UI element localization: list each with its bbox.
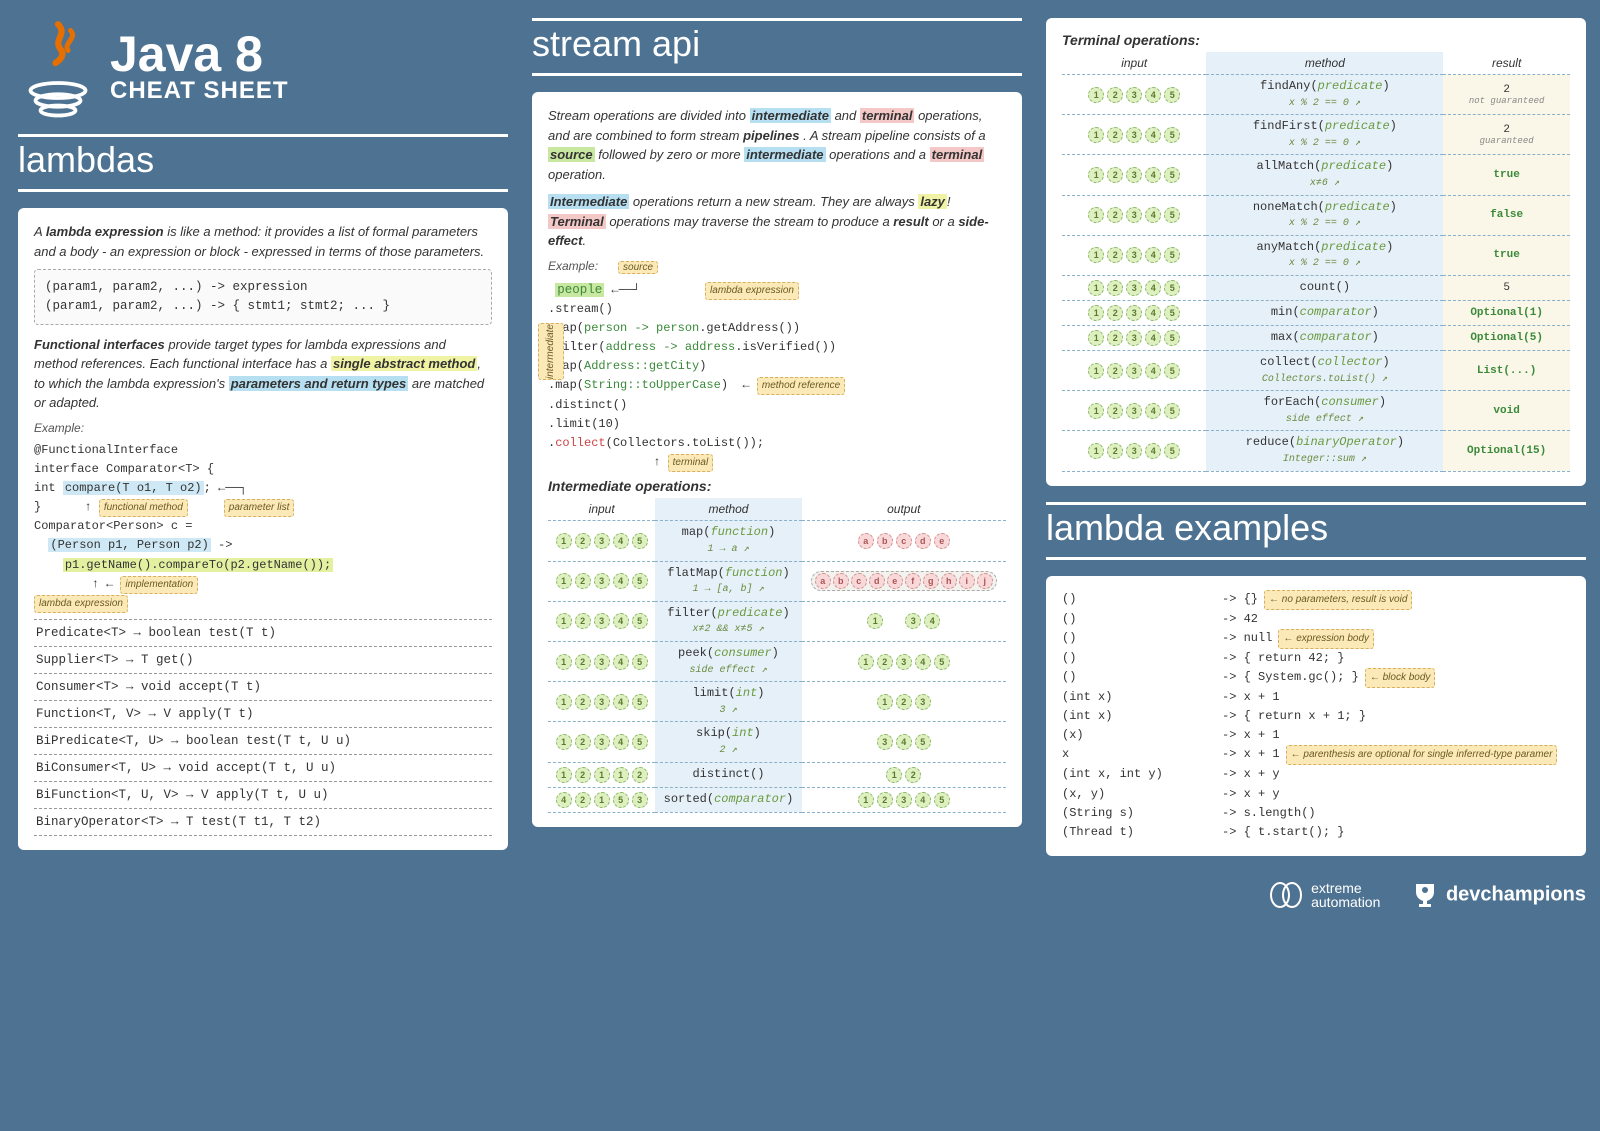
extreme-automation-logo: extremeautomation [1270,881,1381,909]
annot-parameter-list: parameter list [224,499,295,517]
section-head-stream: stream api [532,18,1022,76]
panel-terminal: Terminal operations: input method result… [1046,18,1586,486]
annot-method-ref: method reference [757,377,845,395]
functional-interface-list: Predicate<T> → boolean test(T t)Supplier… [34,619,492,836]
java-logo-icon [18,18,98,118]
functional-interface-item: Function<T, V> → V apply(T t) [34,701,492,728]
annot-terminal: terminal [668,454,714,472]
table-row: 12345map(function)1 → a ↗abcde [548,521,1006,561]
stream-intro-2: Intermediate operations return a new str… [548,192,1006,251]
lambdas-intro: A lambda expression is like a method: it… [34,222,492,261]
table-row: 12345filter(predicate)x≠2 && x≠5 ↗134 [548,601,1006,641]
intermediate-ops-table: input method output 12345map(function)1 … [548,498,1006,812]
header-title-block: Java 8 CHEAT SHEET [18,18,508,118]
panel-lambdas: A lambda expression is like a method: it… [18,208,508,850]
stream-example-label: Example: [548,259,598,273]
functional-interface-item: BiConsumer<T, U> → void accept(T t, U u) [34,755,492,782]
lambda-example-row: ()-> { System.gc(); }← block body [1062,668,1570,688]
functional-interface-item: BiPredicate<T, U> → boolean test(T t, U … [34,728,492,755]
lambda-example-row: x-> x + 1← parenthesis are optional for … [1062,745,1570,765]
lambda-example-row: (Thread t)-> { t.start(); } [1062,823,1570,842]
panel-lambda-examples: ()-> {}← no parameters, result is void()… [1046,576,1586,857]
lambda-example-row: ()-> null← expression body [1062,629,1570,649]
table-row: 42153sorted(comparator)12345 [548,787,1006,812]
table-row: 12345reduce(binaryOperator)Integer::sum … [1062,431,1570,471]
lambda-example-row: (int x)-> { return x + 1; } [1062,707,1570,726]
column-stream: stream api Stream operations are divided… [532,18,1022,910]
table-row: 12112distinct()12 [548,762,1006,787]
annot-source: source [618,261,658,274]
lambda-example-row: ()-> 42 [1062,610,1570,629]
footer-logos: extremeautomation devchampions [1046,880,1586,910]
annot-functional-method: functional method [99,499,188,517]
annot-lambda-expr: lambda expression [705,282,799,300]
table-row: 12345peek(consumer)side effect ↗12345 [548,641,1006,681]
table-row: 12345count()5 [1062,275,1570,300]
panel-stream: Stream operations are divided into inter… [532,92,1022,827]
functional-interface-item: BiFunction<T, U, V> → V apply(T t, U u) [34,782,492,809]
table-row: 12345collect(collector)Collectors.toList… [1062,350,1570,390]
table-row: 12345findAny(predicate)x % 2 == 0 ↗2not … [1062,75,1570,115]
lambda-example-row: ()-> {}← no parameters, result is void [1062,590,1570,610]
lambda-example-row: (int x, int y)-> x + y [1062,765,1570,784]
functional-interface-item: Consumer<T> → void accept(T t) [34,674,492,701]
stream-example-code: people ←──┘ lambda expression .stream() … [548,280,1006,473]
table-row: 12345forEach(consumer)side effect ↗void [1062,391,1570,431]
page-subtitle: CHEAT SHEET [110,77,289,105]
column-lambdas: Java 8 CHEAT SHEET lambdas A lambda expr… [18,18,508,910]
table-row: 12345skip(int)2 ↗345 [548,722,1006,762]
table-row: 12345anyMatch(predicate)x % 2 == 0 ↗true [1062,235,1570,275]
table-row: 12345min(comparator)Optional(1) [1062,300,1570,325]
annot-intermediate: intermediate [538,323,564,380]
table-row: 12345flatMap(function)1 → [a, b] ↗abcdef… [548,561,1006,601]
page-title: Java 8 [110,32,289,77]
functional-interface-example: @FunctionalInterface interface Comparato… [34,441,492,614]
annot-lambda-expression: lambda expression [34,595,128,613]
intermediate-ops-head: Intermediate operations: [548,478,1006,494]
terminal-ops-table: input method result 12345findAny(predica… [1062,52,1570,472]
section-head-lambdas: lambdas [18,134,508,192]
functional-interface-item: Supplier<T> → T get() [34,647,492,674]
table-row: 12345allMatch(predicate)x≠6 ↗true [1062,155,1570,195]
lambda-example-row: ()-> { return 42; } [1062,649,1570,668]
table-row: 12345limit(int)3 ↗123 [548,682,1006,722]
devchampions-logo: devchampions [1410,880,1586,910]
table-row: 12345noneMatch(predicate)x % 2 == 0 ↗fal… [1062,195,1570,235]
column-right: Terminal operations: input method result… [1046,18,1586,910]
annot-implementation: implementation [120,576,198,594]
lambda-example-row: (x, y)-> x + y [1062,785,1570,804]
stream-intro-1: Stream operations are divided into inter… [548,106,1006,184]
page-grid: Java 8 CHEAT SHEET lambdas A lambda expr… [18,18,1582,910]
table-row: 12345max(comparator)Optional(5) [1062,325,1570,350]
lambda-example-row: (String s)-> s.length() [1062,804,1570,823]
functional-interfaces-text: Functional interfaces provide target typ… [34,335,492,413]
lambda-example-row: (x)-> x + 1 [1062,726,1570,745]
lambda-syntax-code: (param1, param2, ...) -> expression (par… [34,269,492,325]
functional-interface-item: Predicate<T> → boolean test(T t) [34,620,492,647]
table-row: 12345findFirst(predicate)x % 2 == 0 ↗2gu… [1062,115,1570,155]
terminal-ops-head: Terminal operations: [1062,32,1570,48]
lambda-example-row: (int x)-> x + 1 [1062,688,1570,707]
section-head-lambda-examples: lambda examples [1046,502,1586,560]
functional-interface-item: BinaryOperator<T> → T test(T t1, T t2) [34,809,492,836]
example-label: Example: [34,421,492,435]
